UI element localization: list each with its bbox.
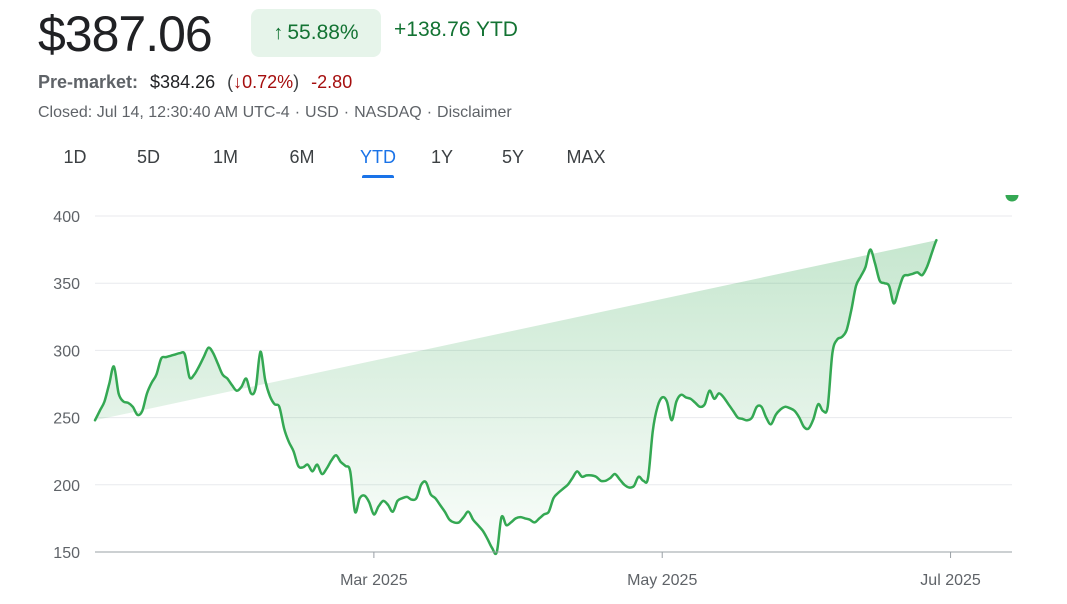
tab-ytd[interactable]: YTD <box>360 140 396 178</box>
range-tabs: 1D 5D 1M 6M YTD 1Y 5Y MAX <box>40 140 614 180</box>
y-tick-label: 400 <box>53 209 80 226</box>
last-price-dot[interactable] <box>1005 195 1019 202</box>
premarket-price: $384.26 <box>150 72 216 92</box>
stock-price: $387.06 <box>38 6 213 62</box>
change-absolute: +138.76 YTD <box>394 18 518 41</box>
price-chart[interactable]: 150 200 250 300 350 400 Mar 2025 May 2025 Jul 2… <box>0 195 1067 600</box>
y-tick-label: 150 <box>53 545 80 562</box>
tab-5y[interactable]: 5Y <box>468 140 558 174</box>
y-tick-label: 250 <box>53 411 80 428</box>
y-tick-label: 350 <box>53 276 80 293</box>
price-area <box>95 240 937 554</box>
tab-6m[interactable]: 6M <box>264 140 340 174</box>
tab-1m[interactable]: 1M <box>187 140 264 174</box>
premarket-change-percent: 0.72% <box>242 72 294 92</box>
market-meta: Closed: Jul 14, 12:30:40 AM UTC-4 · USD · NA… <box>38 104 512 121</box>
exchange: NASDAQ <box>354 104 422 121</box>
closed-time: Closed: Jul 14, 12:30:40 AM UTC-4 <box>38 104 290 121</box>
premarket-row: Pre-market: $384.26 ( ↓ 0.72% ) -2.80 <box>38 72 352 93</box>
paren-close: ) <box>293 72 300 92</box>
premarket-change-absolute: -2.80 <box>311 72 353 92</box>
y-tick-label: 200 <box>53 478 80 495</box>
y-tick-label: 300 <box>53 343 80 360</box>
premarket-label: Pre-market: <box>38 72 139 92</box>
change-percent: 55.88% <box>287 21 359 44</box>
tab-1d[interactable]: 1D <box>40 140 110 174</box>
x-tick-label: Mar 2025 <box>340 572 408 589</box>
tab-5d[interactable]: 5D <box>110 140 187 174</box>
x-tick-label: May 2025 <box>627 572 697 589</box>
arrow-up-icon: ↑ <box>273 21 284 44</box>
arrow-down-icon: ↓ <box>233 72 243 92</box>
change-badge: ↑ 55.88% <box>251 9 381 57</box>
currency: USD <box>305 104 339 121</box>
disclaimer-link[interactable]: Disclaimer <box>437 104 512 121</box>
x-tick-label: Jul 2025 <box>920 572 981 589</box>
tab-1y[interactable]: 1Y <box>416 140 468 174</box>
tab-max[interactable]: MAX <box>558 140 614 174</box>
